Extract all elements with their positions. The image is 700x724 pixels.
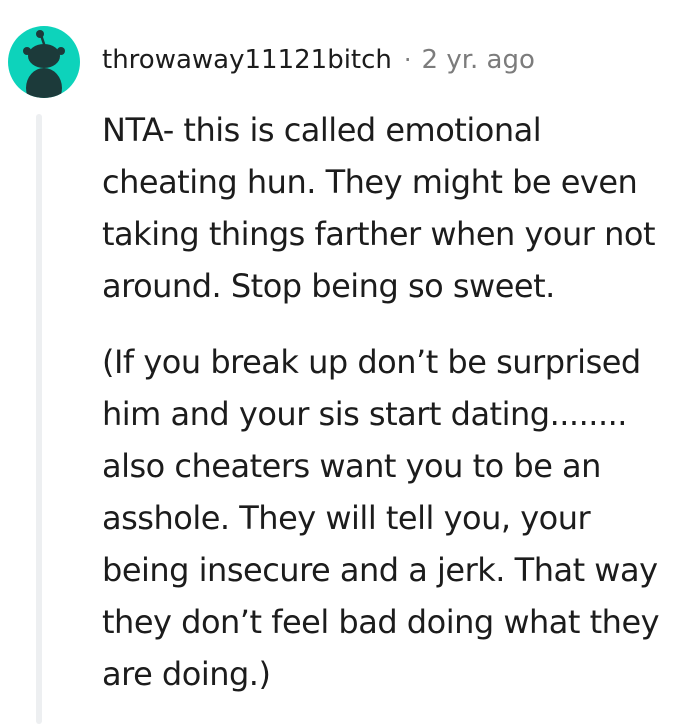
user-avatar[interactable] <box>8 26 80 98</box>
comment-body: NTA- this is called emotional cheating h… <box>102 104 694 700</box>
comment-timestamp[interactable]: 2 yr. ago <box>422 45 535 75</box>
author-username[interactable]: throwaway11121bitch <box>102 45 392 75</box>
snoo-avatar-icon <box>23 30 65 98</box>
meta-separator: · <box>403 46 412 74</box>
comment: throwaway11121bitch · 2 yr. ago NTA- thi… <box>0 0 700 724</box>
comment-paragraph: NTA- this is called emotional cheating h… <box>102 111 656 305</box>
thread-collapse-line[interactable] <box>36 114 42 724</box>
comment-header: throwaway11121bitch · 2 yr. ago <box>102 40 535 80</box>
comment-paragraph: (If you break up don’t be surprised him … <box>102 343 660 693</box>
